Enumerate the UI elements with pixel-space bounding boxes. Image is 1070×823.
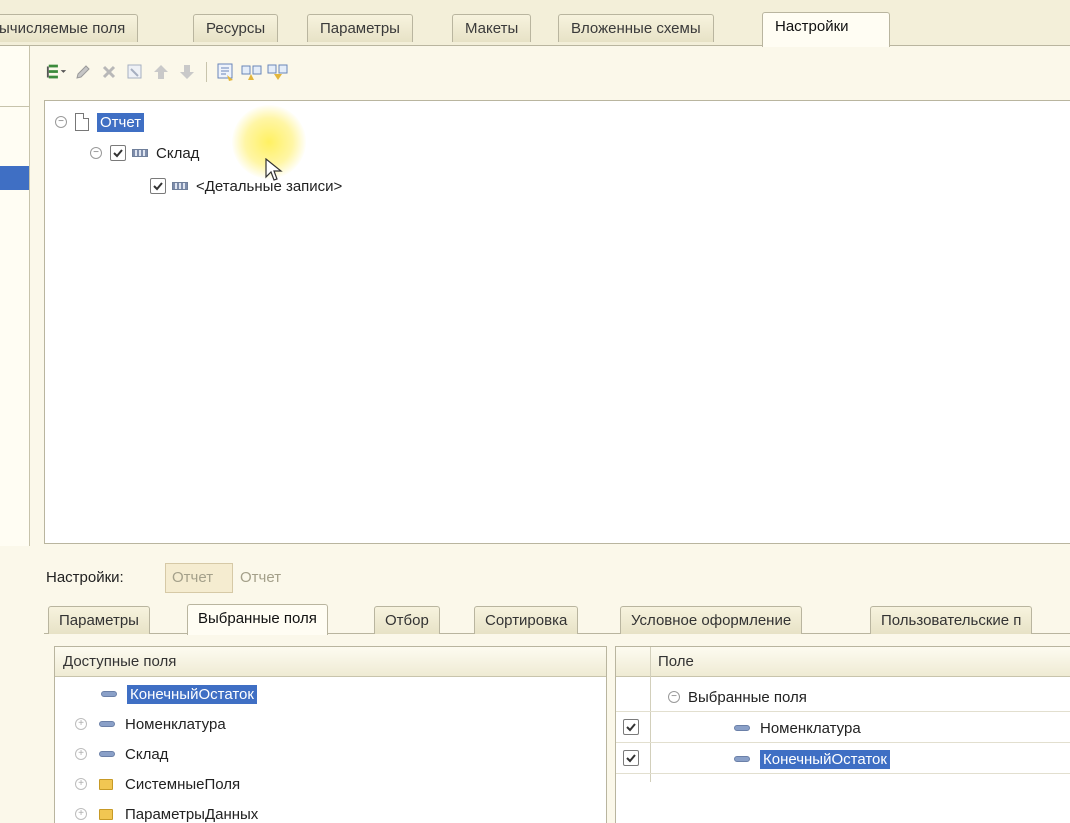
list-item[interactable]: КонечныйОстаток (101, 679, 257, 709)
group-enabled-checkbox[interactable] (110, 145, 126, 161)
expand-icon[interactable]: + (75, 778, 87, 790)
settings-current-value: Отчет (240, 569, 282, 586)
paste-structure-icon[interactable] (267, 61, 289, 83)
collapse-icon[interactable]: − (55, 116, 67, 128)
tab-parameters-lower[interactable]: Параметры (48, 606, 150, 634)
available-fields-header: Доступные поля (55, 647, 606, 677)
left-panel-divider (0, 106, 29, 107)
settings-label: Настройки: (46, 569, 124, 586)
left-panel-selected-row[interactable] (0, 166, 29, 190)
attribute-icon (99, 721, 115, 727)
field-label-data-parameters: ПараметрыДанных (125, 805, 259, 823)
copy-structure-icon[interactable] (241, 61, 263, 83)
selected-fields-panel: Поле − Выбранные поля Номенклатура Конеч… (615, 646, 1070, 823)
toolbar-separator (206, 62, 207, 82)
settings-icon[interactable] (215, 61, 237, 83)
tab-parameters[interactable]: Параметры (307, 14, 413, 42)
report-document-icon (75, 113, 89, 131)
tab-selected-fields[interactable]: Выбранные поля (187, 604, 328, 635)
tab-resources[interactable]: Ресурсы (193, 14, 279, 42)
tree-row-warehouse-group[interactable]: − Склад (90, 141, 199, 165)
tab-user-fields[interactable]: Пользовательские п (870, 606, 1033, 634)
tree-row-detail-records[interactable]: <Детальные записи> (150, 174, 342, 198)
settings-toolbar (46, 58, 289, 86)
expand-icon[interactable]: + (75, 718, 87, 730)
attribute-icon (99, 751, 115, 757)
table-row[interactable]: − Выбранные поля (616, 682, 1070, 712)
attribute-icon (734, 756, 750, 762)
mouse-pointer-icon (265, 157, 283, 186)
list-item[interactable]: + Склад (75, 739, 168, 769)
top-tab-strip: ычисляемые поля Ресурсы Параметры Макеты… (0, 0, 1070, 47)
field-label-system-fields: СистемныеПоля (125, 775, 241, 793)
folder-icon (99, 808, 113, 820)
move-down-icon[interactable] (176, 61, 198, 83)
table-row[interactable]: Номенклатура (616, 713, 1070, 743)
selected-field-nomenclature: Номенклатура (760, 719, 861, 737)
edit-icon[interactable] (72, 61, 94, 83)
tab-settings[interactable]: Настройки (762, 12, 890, 47)
add-grouping-icon[interactable] (46, 61, 68, 83)
expand-icon[interactable]: + (75, 748, 87, 760)
expand-icon[interactable]: + (75, 808, 87, 820)
field-enabled-checkbox[interactable] (623, 750, 639, 766)
list-item[interactable]: + СистемныеПоля (75, 769, 240, 799)
list-item[interactable]: + Номенклатура (75, 709, 226, 739)
list-item[interactable]: + ПараметрыДанных (75, 799, 258, 823)
tab-filter[interactable]: Отбор (374, 606, 440, 634)
detail-enabled-checkbox[interactable] (150, 178, 166, 194)
selected-fields-header: Поле (616, 647, 1070, 677)
tab-layouts[interactable]: Макеты (452, 14, 532, 42)
attribute-icon (734, 725, 750, 731)
delete-icon[interactable] (98, 61, 120, 83)
grouping-icon (132, 149, 148, 157)
column-field-header: Поле (658, 653, 694, 670)
tab-nested-schemas[interactable]: Вложенные схемы (558, 14, 714, 42)
field-label-final-balance: КонечныйОстаток (127, 684, 257, 704)
selected-group-label: Выбранные поля (688, 688, 807, 706)
tab-conditional-formatting[interactable]: Условное оформление (620, 606, 803, 634)
selected-field-final-balance: КонечныйОстаток (760, 749, 890, 769)
field-enabled-checkbox[interactable] (623, 719, 639, 735)
left-structure-panel (0, 46, 30, 546)
move-up-icon[interactable] (150, 61, 172, 83)
collapse-icon[interactable]: − (90, 147, 102, 159)
tab-sort[interactable]: Сортировка (474, 606, 579, 634)
collapse-icon[interactable]: − (668, 691, 680, 703)
table-row[interactable]: КонечныйОстаток (616, 744, 1070, 774)
folder-icon (99, 778, 113, 790)
field-label-warehouse: Склад (125, 745, 169, 763)
available-fields-panel: Доступные поля КонечныйОстаток + Номенкл… (54, 646, 607, 823)
settings-structure-tree: − Отчет − Склад <Детальные записи> (44, 100, 1070, 544)
field-label-nomenclature: Номенклатура (125, 715, 226, 733)
filter-icon[interactable] (124, 61, 146, 83)
tree-label-warehouse: Склад (156, 144, 200, 162)
settings-report-button[interactable]: Отчет (165, 563, 233, 593)
attribute-icon (101, 691, 117, 697)
settings-detail-tabs: Параметры Выбранные поля Отбор Сортировк… (44, 604, 1070, 635)
grouping-icon (172, 182, 188, 190)
tree-label-report: Отчет (97, 112, 145, 132)
tree-row-report[interactable]: − Отчет (55, 110, 145, 134)
tab-calculated-fields[interactable]: ычисляемые поля (0, 14, 139, 42)
